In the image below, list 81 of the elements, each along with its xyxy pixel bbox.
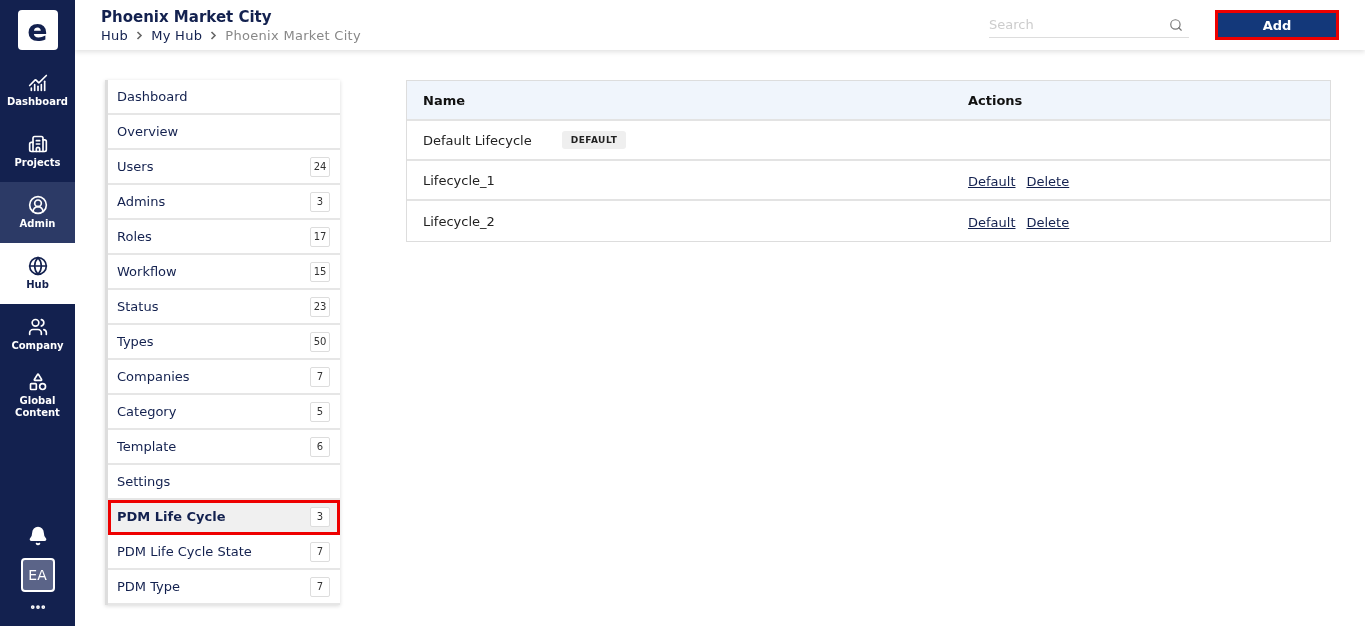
user-icon (27, 195, 48, 215)
count-badge: 17 (310, 226, 330, 247)
action-link[interactable]: Delete (1026, 173, 1070, 189)
buildings-icon (27, 134, 48, 154)
menu-item[interactable]: Roles 17 (108, 220, 340, 255)
chevron-icon (210, 30, 218, 40)
count-badge: 7 (310, 541, 330, 562)
menu-item[interactable]: Status 23 (108, 290, 340, 325)
people-icon (27, 317, 48, 337)
breadcrumb-link[interactable]: My Hub (151, 27, 203, 43)
chart-icon (27, 73, 48, 93)
menu-item[interactable]: Workflow 15 (108, 255, 340, 290)
menu-item[interactable]: PDM Life Cycle 3 (108, 500, 340, 535)
default-tag: DEFAULT (561, 131, 627, 149)
menu-item[interactable]: Users 24 (108, 150, 340, 185)
nav-item[interactable]: Admin (0, 182, 75, 243)
nav-label: Global Content (14, 395, 61, 419)
menu-label: Status (117, 299, 159, 314)
breadcrumb-link[interactable]: Hub (101, 27, 129, 43)
menu-item[interactable]: PDM Type 7 (108, 570, 340, 605)
nav-item[interactable]: Global Content (0, 365, 75, 426)
nav-label: Dashboard (7, 96, 68, 108)
nav-label: Projects (14, 157, 61, 169)
nav-item[interactable]: Hub (0, 243, 75, 304)
search-icon[interactable] (1169, 18, 1183, 32)
notification-icon[interactable] (27, 526, 48, 546)
count-badge: 50 (310, 331, 330, 352)
count-badge: 3 (310, 506, 330, 527)
menu-label: Category (117, 404, 177, 419)
chevron-icon (136, 30, 144, 40)
action-link[interactable]: Default (968, 214, 1016, 230)
nav-label: Company (11, 340, 64, 352)
menu-label: Roles (117, 229, 152, 244)
menu-label: Dashboard (117, 89, 188, 104)
count-badge: 7 (310, 366, 330, 387)
page-title: Phoenix Market City (101, 7, 273, 26)
count-badge: 6 (310, 436, 330, 457)
count-badge: 15 (310, 261, 330, 282)
count-badge: 7 (310, 576, 330, 597)
menu-label: Companies (117, 369, 190, 384)
menu-label: Workflow (117, 264, 177, 279)
menu-label: PDM Type (117, 579, 181, 594)
nav-item[interactable]: Dashboard (0, 60, 75, 121)
count-badge: 5 (310, 401, 330, 422)
menu-label: Types (117, 334, 154, 349)
count-badge: 3 (310, 191, 330, 212)
menu-label: Template (117, 439, 177, 454)
menu-item[interactable]: Category 5 (108, 395, 340, 430)
name-cell: Lifecycle_2 (423, 213, 495, 229)
app-logo: e (17, 10, 58, 50)
menu-item[interactable]: PDM Life Cycle State 7 (108, 535, 340, 570)
menu-label: Admins (117, 194, 166, 209)
shapes-icon (27, 372, 48, 392)
breadcrumb-link[interactable]: Phoenix Market City (225, 27, 361, 43)
add-button[interactable]: Add (1215, 10, 1339, 40)
action-link[interactable]: Default (968, 173, 1016, 189)
nav-item[interactable]: Company (0, 304, 75, 365)
count-badge: 24 (310, 156, 330, 177)
menu-item[interactable]: Dashboard (108, 80, 340, 115)
menu-item[interactable]: Settings (108, 465, 340, 500)
menu-label: PDM Life Cycle (117, 509, 226, 524)
menu-item[interactable]: Overview (108, 115, 340, 150)
count-badge: 23 (310, 296, 330, 317)
menu-item[interactable]: Template 6 (108, 430, 340, 465)
menu-label: Settings (117, 474, 171, 489)
nav-label: Hub (26, 279, 49, 291)
menu-item[interactable]: Admins 3 (108, 185, 340, 220)
menu-item[interactable]: Types 50 (108, 325, 340, 360)
action-link[interactable]: Delete (1026, 214, 1070, 230)
globe-icon (27, 256, 48, 276)
column-header: Actions (968, 92, 1024, 108)
name-cell: Default Lifecycle (423, 132, 532, 148)
menu-label: PDM Life Cycle State (117, 544, 252, 559)
column-header: Name (423, 92, 466, 108)
menu-label: Overview (117, 124, 179, 139)
name-cell: Lifecycle_1 (423, 172, 495, 188)
nav-item[interactable]: Projects (0, 121, 75, 182)
user-avatar[interactable]: EA (20, 558, 55, 592)
nav-label: Admin (19, 218, 56, 230)
menu-label: Users (117, 159, 154, 174)
menu-item[interactable]: Companies 7 (108, 360, 340, 395)
